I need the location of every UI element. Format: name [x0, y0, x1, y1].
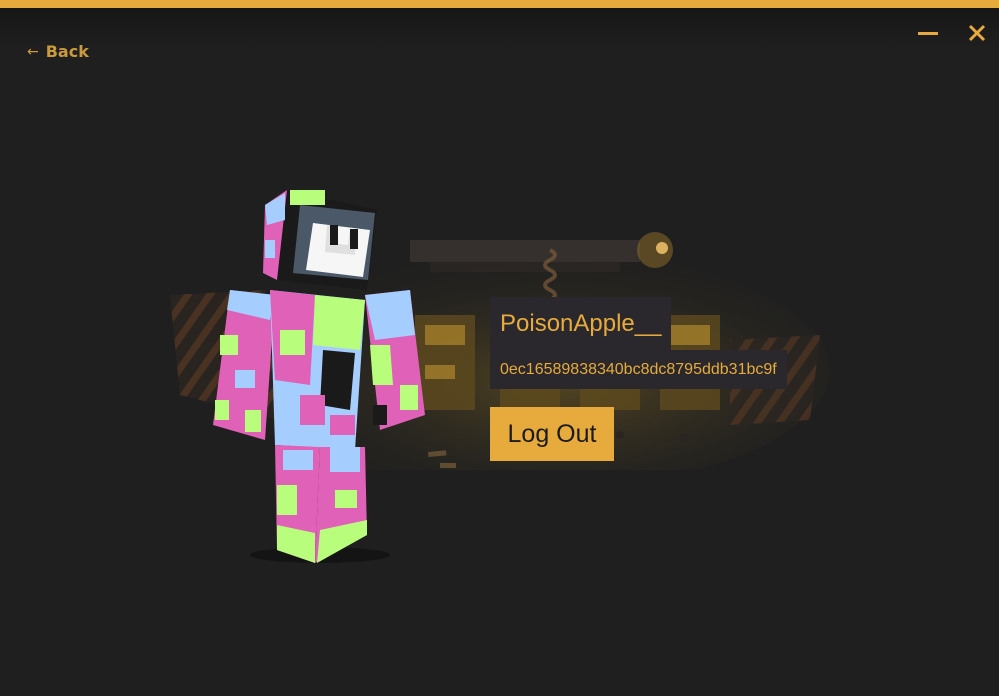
back-button[interactable]: ← Back [27, 42, 89, 61]
profile-uuid: 0ec16589838340bc8dc8795ddb31bc9f [490, 350, 787, 389]
account-screen: ← Back PoisonApple__ 0ec16589838340bc8dc… [0, 0, 999, 696]
back-arrow-icon: ← [27, 43, 39, 60]
back-label: Back [45, 42, 89, 61]
minimize-icon [918, 32, 938, 35]
title-bar-shadow [0, 8, 999, 48]
profile-username: PoisonApple__ [490, 297, 672, 350]
close-icon [968, 24, 986, 42]
accent-top-bar [0, 0, 999, 8]
minimize-button[interactable] [915, 20, 941, 46]
player-skin-render [213, 190, 425, 563]
close-button[interactable] [964, 20, 990, 46]
logout-button[interactable]: Log Out [490, 407, 614, 461]
